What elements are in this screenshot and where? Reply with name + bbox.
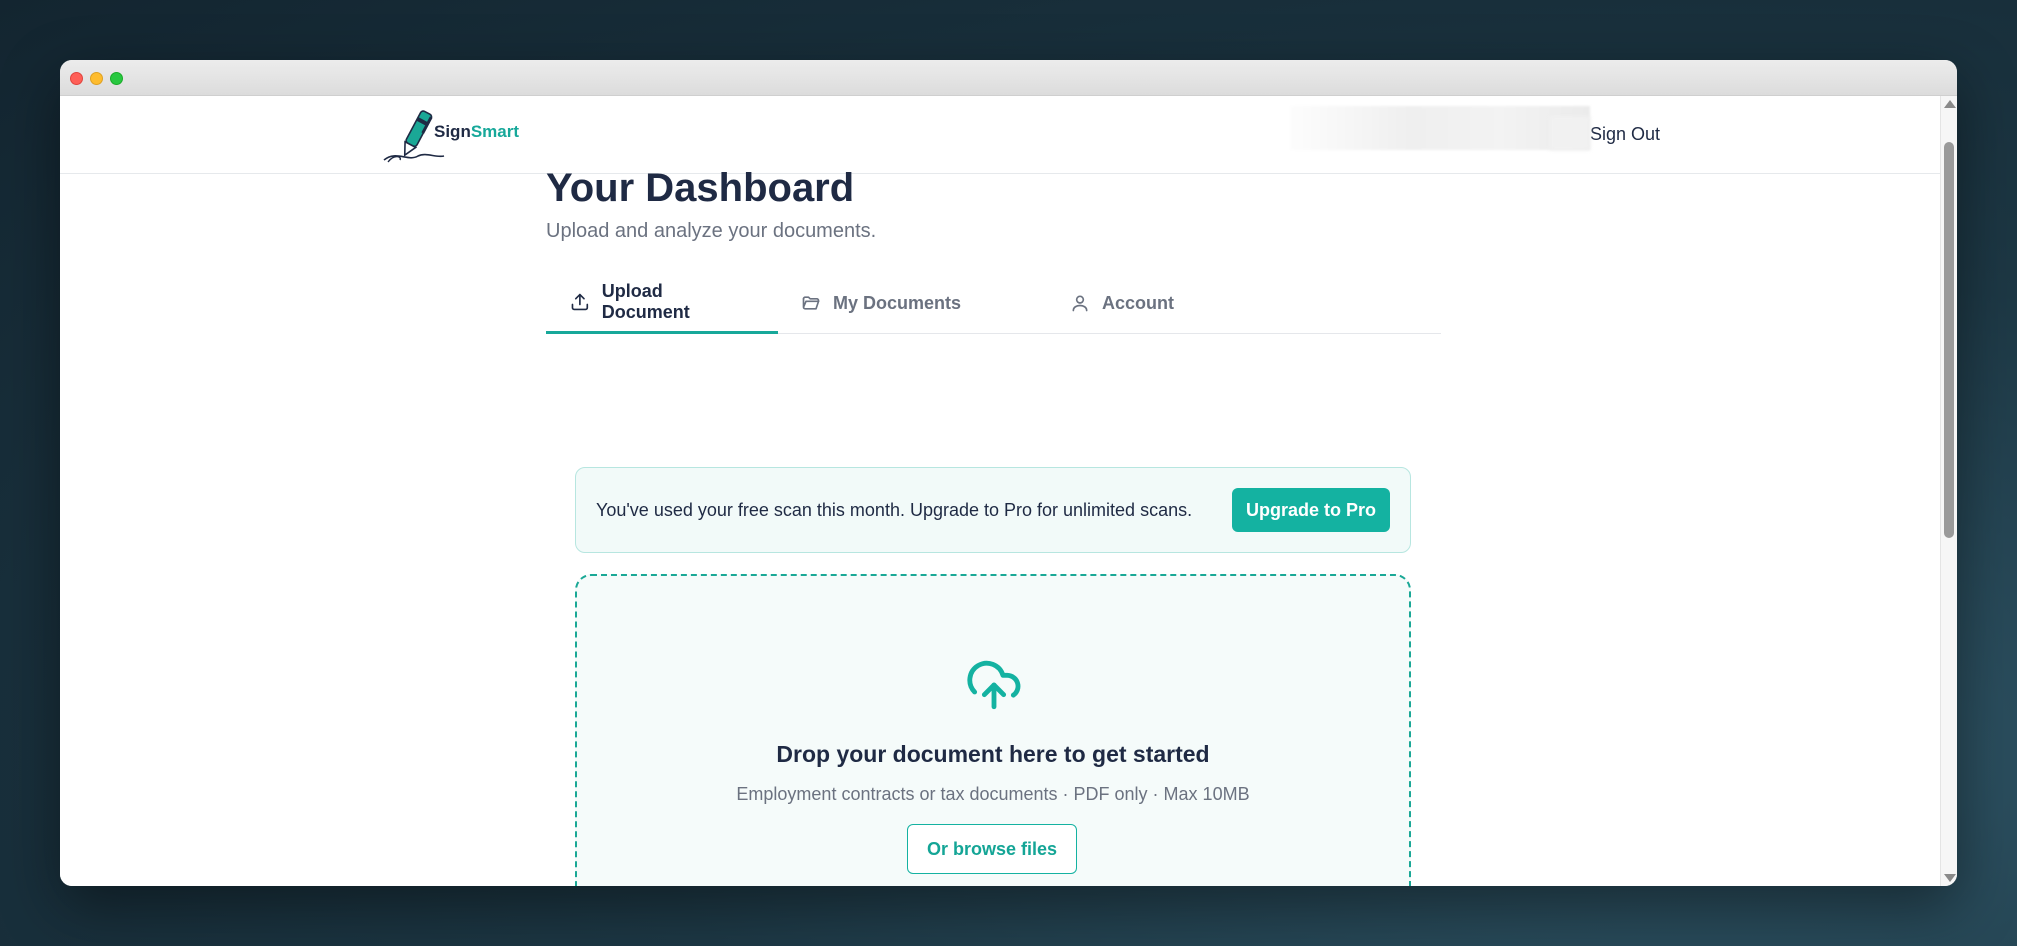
browse-files-button[interactable]: Or browse files: [907, 824, 1077, 874]
scrollbar-thumb[interactable]: [1944, 142, 1954, 538]
scroll-down-arrow-icon[interactable]: [1944, 874, 1956, 882]
dashboard-tabs: Upload Document My Documents Account: [546, 272, 1441, 334]
signsmart-logo[interactable]: SignSmart: [378, 102, 608, 170]
document-dropzone[interactable]: Drop your document here to get started E…: [575, 574, 1411, 886]
folder-icon: [802, 296, 820, 310]
brand-name: SignSmart: [434, 122, 519, 142]
upload-icon: [571, 293, 589, 310]
tab-label: Upload Document: [601, 280, 690, 322]
user-account-chip[interactable]: [1290, 106, 1590, 150]
page-title: Your Dashboard: [546, 166, 855, 210]
blurred-overlay: [1550, 116, 1590, 150]
scroll-up-arrow-icon[interactable]: [1944, 100, 1956, 108]
site-header: SignSmart Sign Out: [60, 96, 1940, 174]
upgrade-to-pro-button[interactable]: Upgrade to Pro: [1231, 488, 1390, 532]
tab-label: Account: [1102, 292, 1174, 313]
vertical-scrollbar[interactable]: [1940, 96, 1957, 886]
minimize-window-button[interactable]: [90, 72, 103, 85]
title-bar: [60, 60, 1957, 96]
dropzone-subtitle: Employment contracts or tax documents · …: [736, 784, 1250, 804]
sign-out-link[interactable]: Sign Out: [1590, 124, 1660, 145]
brand-smart: Smart: [470, 122, 520, 141]
tab-account[interactable]: Account: [1070, 272, 1174, 334]
free-scan-notice: You've used your free scan this month. U…: [575, 467, 1411, 553]
zoom-window-button[interactable]: [110, 72, 123, 85]
notice-text: You've used your free scan this month. U…: [596, 499, 1193, 520]
browser-window: SignSmart Sign Out Your Dashboard Upload…: [60, 60, 1957, 886]
user-icon: [1072, 295, 1088, 312]
brand-sign: Sign: [434, 122, 471, 141]
cloud-upload-icon: [967, 660, 1021, 710]
tab-upload-document[interactable]: Upload Document: [546, 272, 778, 334]
close-window-button[interactable]: [70, 72, 83, 85]
page-viewport: SignSmart Sign Out Your Dashboard Upload…: [60, 96, 1940, 886]
tab-label: My Documents: [833, 292, 962, 313]
dropzone-title: Drop your document here to get started: [776, 741, 1210, 767]
tab-my-documents[interactable]: My Documents: [801, 272, 961, 334]
page-subtitle: Upload and analyze your documents.: [546, 220, 877, 242]
